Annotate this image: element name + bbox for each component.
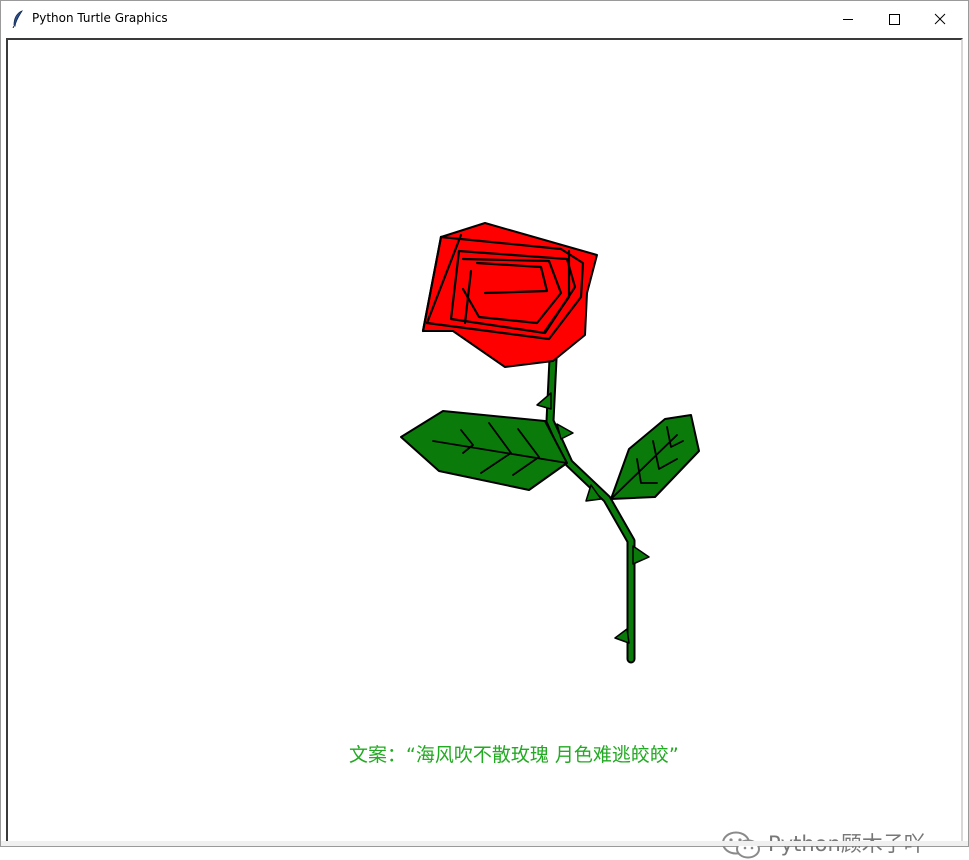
rose-head xyxy=(421,222,598,368)
caption-text: 文案：“海风吹不散玫瑰 月色难逃皎皎” xyxy=(349,744,679,766)
title-bar[interactable]: Python Turtle Graphics xyxy=(1,1,968,37)
thorn xyxy=(536,392,552,410)
turtle-window: Python Turtle Graphics 文案：“海风吹不散玫瑰 月色难逃皎… xyxy=(0,0,969,859)
thorn xyxy=(632,545,650,565)
window-title: Python Turtle Graphics xyxy=(32,11,168,25)
left-leaf xyxy=(400,410,568,491)
rose-stem xyxy=(545,354,636,664)
window-bottom-edge xyxy=(1,841,968,846)
thorn xyxy=(614,628,630,644)
turtle-canvas[interactable]: 文案：“海风吹不散玫瑰 月色难逃皎皎” Python顾木子吖 xyxy=(6,38,963,859)
maximize-button[interactable] xyxy=(871,1,917,37)
minimize-button[interactable] xyxy=(825,1,871,37)
feather-icon xyxy=(11,10,25,29)
rose-drawing xyxy=(400,222,700,664)
close-icon xyxy=(934,13,946,25)
minimize-icon xyxy=(843,19,853,20)
close-button[interactable] xyxy=(917,1,963,37)
right-leaf xyxy=(610,414,700,500)
maximize-icon xyxy=(889,14,900,25)
